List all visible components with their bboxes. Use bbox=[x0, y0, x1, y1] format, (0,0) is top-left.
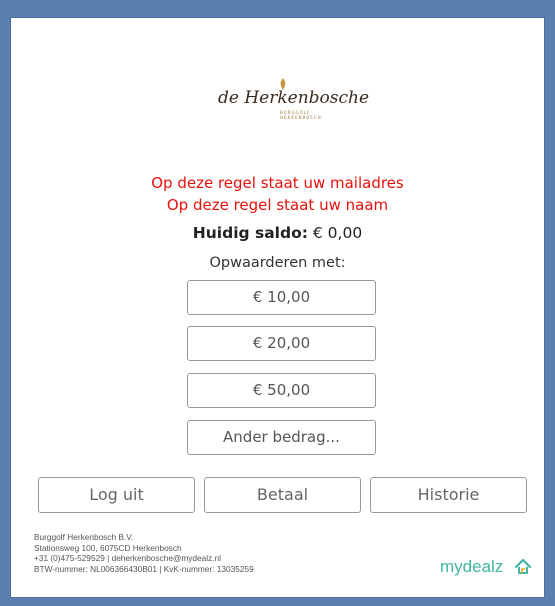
logout-button[interactable]: Log uit bbox=[38, 477, 195, 513]
topup-other-button[interactable]: Ander bedrag... bbox=[187, 420, 376, 455]
name-line: Op deze regel staat uw naam bbox=[166, 196, 389, 214]
topup-heading: Opwaarderen met: bbox=[209, 255, 346, 271]
footer-address: Stationsweg 100, 6075CD Herkenbosch bbox=[34, 542, 182, 553]
herkenbosche-logo: de Herkenbosche BURGGOLF HERKENBOSCH bbox=[218, 78, 370, 122]
logo-text: de Herkenbosche bbox=[218, 88, 370, 108]
footer-registration: BTW-nummer: NL006366430B01 | KvK-nummer:… bbox=[34, 563, 254, 574]
footer-contact: +31 (0)475-529529 | deherkenbosche@mydea… bbox=[34, 553, 222, 563]
footer-company-info: Burggolf Herkenbosch B.V. Stationsweg 10… bbox=[34, 532, 254, 574]
balance: Huidig saldo: € 0,00 bbox=[0, 224, 555, 242]
topup-50-button[interactable]: € 50,00 bbox=[187, 373, 376, 408]
email-line: Op deze regel staat uw mailadres bbox=[151, 174, 404, 192]
balance-value: € 0,00 bbox=[312, 224, 363, 242]
mydealz-house-icon bbox=[514, 558, 532, 574]
mydealz-logo-text: mydealz bbox=[440, 557, 504, 576]
topup-20-button[interactable]: € 20,00 bbox=[187, 326, 376, 361]
history-button[interactable]: Historie bbox=[370, 477, 527, 513]
footer-company: Burggolf Herkenbosch B.V. bbox=[34, 532, 134, 542]
topup-10-button[interactable]: € 10,00 bbox=[187, 280, 376, 315]
pay-button[interactable]: Betaal bbox=[204, 477, 361, 513]
logo-tagline: BURGGOLF HERKENBOSCH bbox=[280, 110, 322, 120]
balance-label: Huidig saldo: bbox=[192, 224, 308, 242]
